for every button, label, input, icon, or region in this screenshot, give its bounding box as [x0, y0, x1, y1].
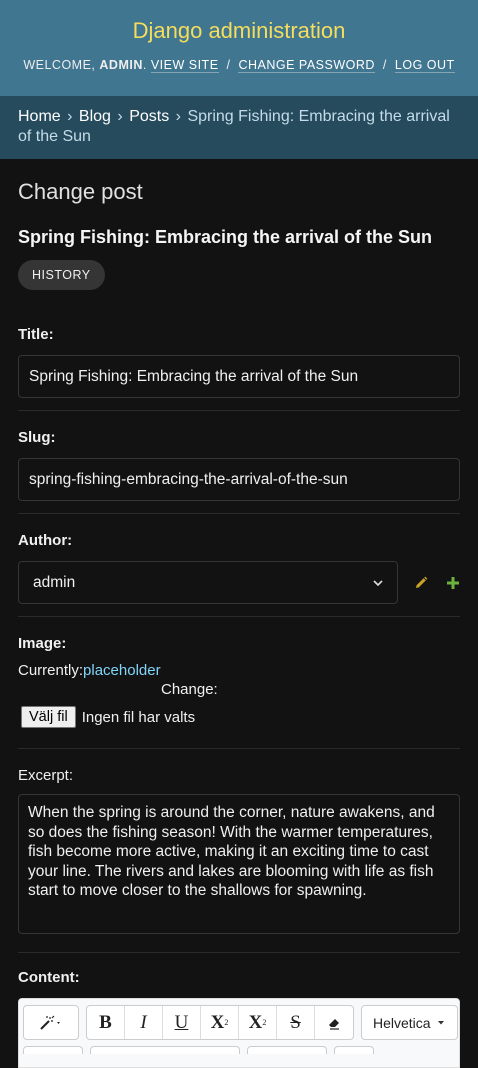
slug-row: Slug: spring-fishing-embracing-the-arriv… [18, 411, 460, 514]
format-group: B I U X2 X2 S [86, 1005, 354, 1040]
breadcrumb-separator: › [67, 108, 73, 125]
author-label: Author: [18, 532, 73, 549]
currently-label: Currently: [18, 662, 84, 679]
font-family-dropdown[interactable]: Helvetica [361, 1005, 458, 1040]
italic-button[interactable]: I [125, 1006, 163, 1039]
style-group [23, 1005, 79, 1040]
author-select[interactable]: admin [18, 561, 398, 604]
site-title[interactable]: Django administration [0, 18, 478, 44]
eraser-button[interactable] [315, 1006, 353, 1039]
page-title: Change post [18, 179, 143, 204]
slug-label: Slug: [18, 429, 56, 446]
breadcrumb-separator: › [175, 108, 181, 125]
content-row: Content: B I U X2 X 2 S Helvetica [18, 953, 460, 1068]
view-site-link[interactable]: View site [150, 58, 219, 73]
main-content: Change post Spring Fishing: Embracing th… [0, 179, 478, 1068]
author-row: Author: admin [18, 514, 460, 617]
excerpt-label: Excerpt: [18, 767, 74, 784]
title-row: Title: Spring Fishing: Embracing the arr… [18, 312, 460, 411]
breadcrumb-home[interactable]: Home [18, 108, 61, 125]
author-selected-value: admin [33, 573, 76, 591]
username: admin [99, 58, 143, 72]
editor-toolbar-row-2 [23, 1046, 455, 1054]
bold-button[interactable]: B [87, 1006, 125, 1039]
admin-header: Django administration Welcome, admin. Vi… [0, 0, 478, 96]
superscript-button[interactable]: X2 [201, 1006, 239, 1039]
title-label: Title: [18, 326, 54, 343]
content-label: Content: [18, 969, 80, 986]
object-title: Spring Fishing: Embracing the arrival of… [18, 227, 433, 247]
breadcrumb-separator: › [117, 108, 123, 125]
image-row: Image: Currently:placeholder Change: Väl… [18, 617, 460, 749]
file-status: Ingen fil har valts [81, 708, 196, 726]
content-editor: B I U X2 X2 S Helvetica [18, 998, 460, 1068]
change-password-link[interactable]: Change password [238, 58, 375, 73]
edit-author-icon[interactable] [414, 576, 428, 590]
image-currently: Currently:placeholder [18, 662, 460, 679]
welcome-text: Welcome, [23, 58, 96, 72]
strikethrough-button[interactable]: S [277, 1006, 315, 1039]
font-family-value: Helvetica [373, 1014, 431, 1031]
title-input[interactable]: Spring Fishing: Embracing the arrival of… [18, 355, 460, 398]
choose-file-button[interactable]: Välj fil [21, 706, 76, 728]
user-tools: Welcome, admin. View site / Change passw… [23, 58, 455, 73]
editor-toolbar: B I U X2 X2 S Helvetica [23, 1005, 458, 1040]
separator: / [382, 58, 387, 72]
magic-wand-button[interactable] [24, 1006, 78, 1039]
breadcrumb-blog[interactable]: Blog [79, 108, 111, 125]
magic-wand-icon [40, 1015, 60, 1030]
excerpt-textarea[interactable]: When the spring is around the corner, na… [18, 794, 460, 934]
subscript-button[interactable]: X2 [239, 1006, 277, 1039]
underline-button[interactable]: U [163, 1006, 201, 1039]
chevron-down-icon [373, 579, 383, 586]
breadcrumb: Home › Blog › Posts › Spring Fishing: Em… [0, 96, 478, 159]
history-button[interactable]: History [18, 260, 105, 290]
current-image-link[interactable]: placeholder [83, 662, 161, 679]
separator: / [226, 58, 231, 72]
eraser-icon [329, 1018, 339, 1030]
change-label: Change: [161, 681, 218, 698]
image-label: Image: [18, 635, 67, 652]
caret-down-icon [437, 1020, 444, 1024]
add-author-icon[interactable] [446, 576, 460, 590]
breadcrumb-posts[interactable]: Posts [129, 108, 169, 125]
log-out-link[interactable]: Log out [394, 58, 455, 73]
excerpt-row: Excerpt: When the spring is around the c… [18, 749, 460, 953]
slug-input[interactable]: spring-fishing-embracing-the-arrival-of-… [18, 458, 460, 501]
